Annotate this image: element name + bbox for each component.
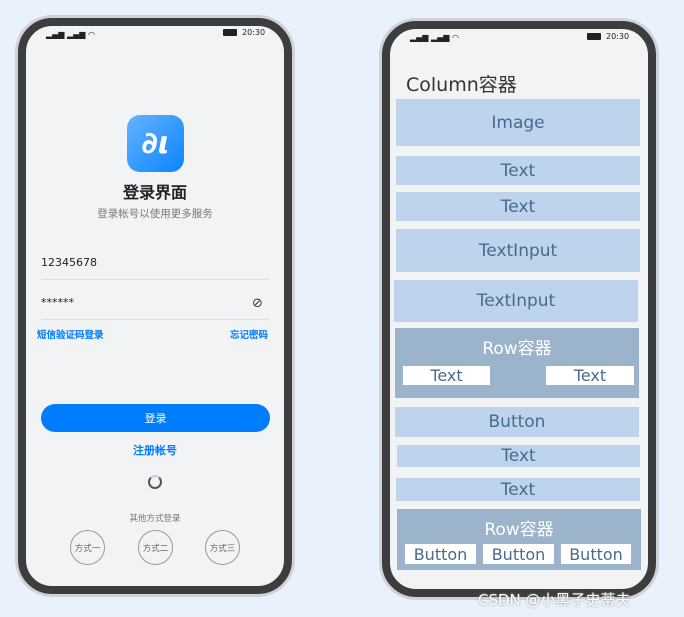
row-button-item: Button bbox=[561, 544, 631, 564]
method-one-button[interactable]: 方式一 bbox=[70, 530, 105, 565]
method-two-button[interactable]: 方式二 bbox=[138, 530, 173, 565]
login-screen: ▂▄▆ ▂▄▆ ◠ 20:30 ∂ι 登录界面 登录帐号以使用更多服务 1234… bbox=[26, 26, 284, 586]
status-time: 20:30 bbox=[242, 28, 266, 37]
eye-off-icon[interactable]: ⊘ bbox=[252, 296, 263, 311]
row-button-item: Button bbox=[483, 544, 554, 564]
row-text-item: Text bbox=[546, 366, 634, 385]
row-container-2: Row容器 Button Button Button bbox=[397, 509, 641, 570]
signal-icon: ▂▄▆ ▂▄▆ ◠ bbox=[46, 30, 95, 39]
login-button[interactable]: 登录 bbox=[41, 404, 270, 432]
text-block: Text bbox=[396, 192, 640, 221]
watermark: CSDN @小黑子史蒂夫 bbox=[478, 591, 631, 609]
signal-icon: ▂▄▆ ▂▄▆ ◠ bbox=[410, 33, 459, 42]
battery-icon bbox=[587, 33, 601, 40]
app-logo-icon: ∂ι bbox=[127, 115, 184, 172]
row-button-item: Button bbox=[405, 544, 476, 564]
text-block: Text bbox=[396, 156, 640, 185]
page-title: 登录界面 bbox=[122, 183, 187, 202]
battery-icon bbox=[223, 29, 237, 36]
row-container-1: Row容器 Text Text bbox=[395, 328, 639, 398]
row-text-item: Text bbox=[403, 366, 490, 385]
password-input[interactable]: ****** bbox=[41, 296, 269, 320]
account-input[interactable]: 12345678 bbox=[41, 256, 269, 280]
loading-spinner-icon bbox=[148, 475, 162, 489]
image-block: Image bbox=[396, 99, 640, 146]
text-block: Text bbox=[397, 445, 640, 467]
row-label: Row容器 bbox=[484, 520, 554, 540]
button-block: Button bbox=[395, 407, 639, 437]
method-three-button[interactable]: 方式三 bbox=[205, 530, 240, 565]
status-time: 20:30 bbox=[606, 32, 630, 41]
register-link[interactable]: 注册帐号 bbox=[26, 442, 284, 458]
subtitle: 登录帐号以使用更多服务 bbox=[97, 208, 213, 220]
textinput-block: TextInput bbox=[394, 280, 638, 322]
sms-login-link[interactable]: 短信验证码登录 bbox=[37, 327, 104, 341]
row-label: Row容器 bbox=[482, 339, 552, 359]
text-block: Text bbox=[396, 478, 640, 501]
forgot-password-link[interactable]: 忘记密码 bbox=[230, 327, 268, 341]
column-title: Column容器 bbox=[406, 74, 517, 96]
other-methods-label: 其他方式登录 bbox=[129, 514, 181, 524]
textinput-block: TextInput bbox=[396, 229, 640, 272]
